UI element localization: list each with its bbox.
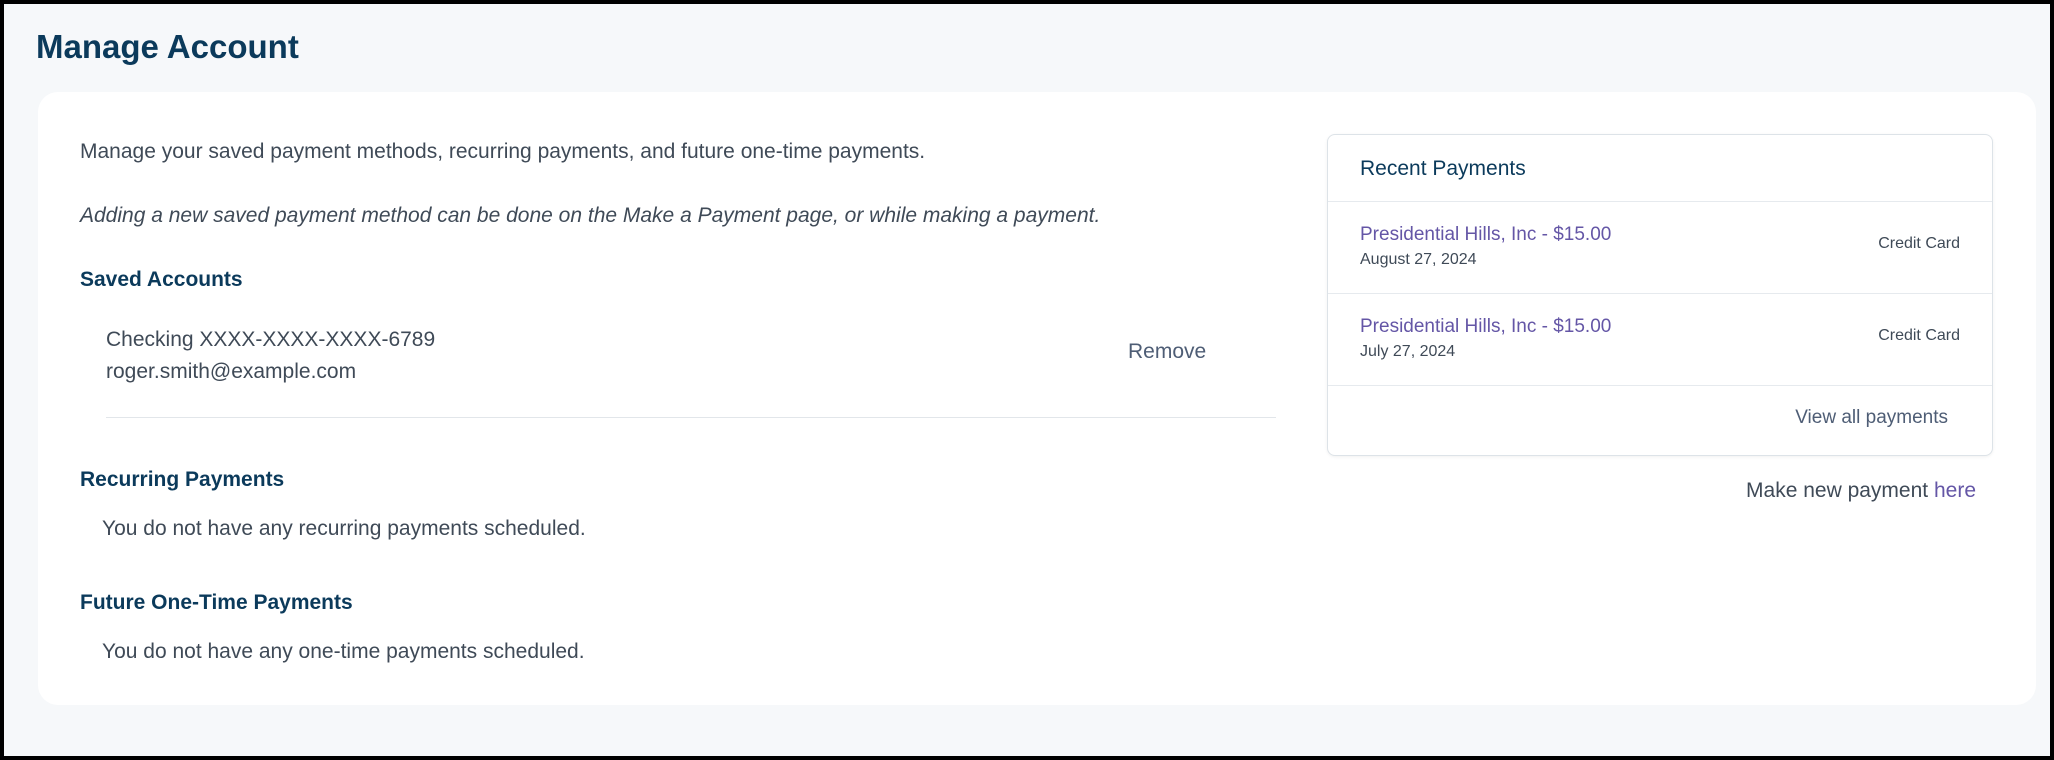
recurring-payments-heading: Recurring Payments — [80, 468, 285, 491]
payment-link[interactable]: Presidential Hills, Inc - $15.00 — [1360, 224, 1611, 246]
payment-method: Credit Card — [1878, 327, 1960, 344]
account-card: Manage your saved payment methods, recur… — [38, 92, 2036, 705]
recurring-empty-text: You do not have any recurring payments s… — [102, 517, 586, 540]
payment-link[interactable]: Presidential Hills, Inc - $15.00 — [1360, 316, 1611, 338]
divider — [106, 417, 1276, 418]
remove-account-button[interactable]: Remove — [1128, 340, 1206, 364]
payment-date: July 27, 2024 — [1360, 343, 1456, 360]
account-title: Checking XXXX-XXXX-XXXX-6789 — [106, 328, 436, 351]
make-new-payment: Make new payment here — [1746, 479, 1976, 503]
make-new-payment-link[interactable]: here — [1934, 479, 1976, 502]
intro-italic-text: Adding a new saved payment method can be… — [80, 204, 1101, 227]
recent-payments-header: Recent Payments — [1328, 135, 1992, 202]
future-payments-heading: Future One-Time Payments — [80, 591, 353, 614]
payment-row: Presidential Hills, Inc - $15.00 July 27… — [1328, 294, 1992, 386]
view-all-payments-link[interactable]: View all payments — [1795, 407, 1948, 429]
recent-payments-panel: Recent Payments Presidential Hills, Inc … — [1327, 134, 1993, 456]
recent-payments-title: Recent Payments — [1360, 157, 1526, 180]
saved-accounts-heading: Saved Accounts — [80, 268, 243, 291]
payment-method: Credit Card — [1878, 235, 1960, 252]
make-new-payment-text: Make new payment — [1746, 479, 1934, 502]
intro-text: Manage your saved payment methods, recur… — [80, 140, 926, 163]
payment-row: Presidential Hills, Inc - $15.00 August … — [1328, 202, 1992, 294]
page-title: Manage Account — [36, 28, 299, 65]
account-email: roger.smith@example.com — [106, 360, 357, 383]
future-empty-text: You do not have any one-time payments sc… — [102, 640, 585, 663]
payment-date: August 27, 2024 — [1360, 251, 1477, 268]
